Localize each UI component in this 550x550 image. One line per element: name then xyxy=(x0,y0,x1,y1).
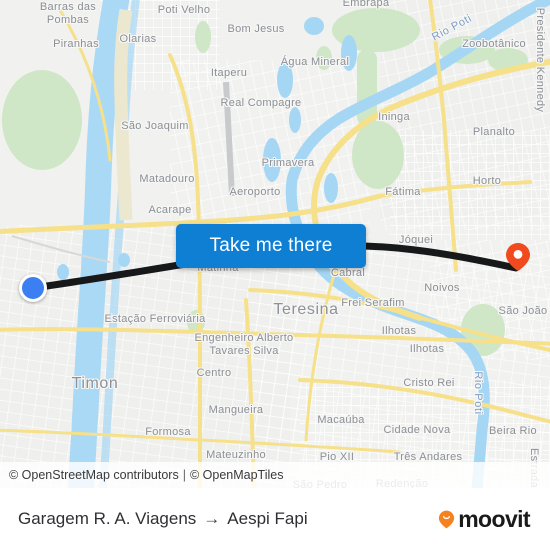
origin-marker[interactable] xyxy=(19,274,47,302)
trip-origin: Garagem R. A. Viagens xyxy=(18,509,197,528)
attribution-openmaptiles[interactable]: © OpenMapTiles xyxy=(190,468,284,482)
destination-marker[interactable] xyxy=(503,242,533,272)
arrow-icon: → xyxy=(203,509,221,528)
attribution-separator: | xyxy=(182,468,186,482)
trip-destination: Aespi Fapi xyxy=(227,509,308,528)
bottom-bar: Garagem R. A. Viagens → Aespi Fapi moovit xyxy=(0,488,550,550)
attribution-osm[interactable]: © OpenStreetMap contributors xyxy=(9,468,179,482)
moovit-pin-icon xyxy=(437,510,456,529)
map-canvas[interactable]: Barras das Pombas Poti Velho Embrapa Piranha… xyxy=(0,0,550,488)
trip-summary: Garagem R. A. Viagens → Aespi Fapi xyxy=(18,509,308,529)
moovit-wordmark: moovit xyxy=(458,505,530,532)
take-me-there-button[interactable]: Take me there xyxy=(176,224,366,268)
moovit-logo[interactable]: moovit xyxy=(437,505,531,533)
map-attribution: © OpenStreetMap contributors | © OpenMap… xyxy=(0,462,550,488)
moovit-route-preview: Barras das Pombas Poti Velho Embrapa Piranha… xyxy=(0,0,550,550)
